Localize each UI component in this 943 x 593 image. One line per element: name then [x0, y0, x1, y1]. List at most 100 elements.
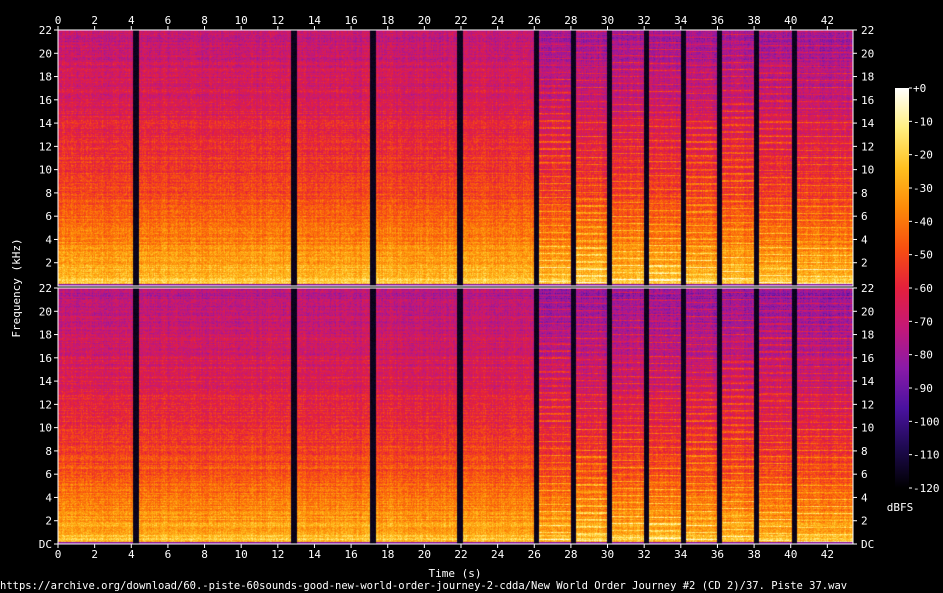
x-tick-label-bottom: 12: [271, 548, 284, 561]
colorbar-tick-label: -20: [913, 149, 933, 162]
y-tick-label-left: 16: [39, 94, 52, 107]
x-tick-label-bottom: 2: [91, 548, 98, 561]
x-tick-label-top: 0: [55, 14, 62, 27]
colorbar-tick-label: -70: [913, 315, 933, 328]
x-tick-label-top: 42: [821, 14, 834, 27]
y-tick-label-left: 2: [45, 257, 52, 270]
colorbar-tick-label: -80: [913, 349, 933, 362]
x-tick-label-bottom: 10: [235, 548, 248, 561]
y-tick-label-left: 8: [45, 445, 52, 458]
x-tick-label-top: 12: [271, 14, 284, 27]
x-tick-label-bottom: 22: [454, 548, 467, 561]
y-tick-label-right: 22: [861, 24, 874, 37]
y-tick-label-right: 16: [861, 352, 874, 365]
colorbar-tick-labels: +0 -10 -20 -30 -40 -50 -60 -70 -80 -90 -100 -110 -12…: [909, 82, 940, 495]
x-tick-label-top: 26: [528, 14, 541, 27]
colorbar-tick-label: -50: [913, 249, 933, 262]
y-tick-label-right: 6: [861, 210, 868, 223]
x-tick-label-bottom: 30: [601, 548, 614, 561]
y-tick-label-right: 12: [861, 398, 874, 411]
x-tick-label-top: 22: [454, 14, 467, 27]
y-tick-label-left: 4: [45, 233, 52, 246]
x-tick-label-top: 30: [601, 14, 614, 27]
x-tick-label-bottom: 38: [747, 548, 760, 561]
y-tick-label-left: 4: [45, 491, 52, 504]
y-tick-label-right: 14: [861, 117, 875, 130]
colorbar-tick-label: -40: [913, 215, 933, 228]
x-tick-label-top: 4: [128, 14, 135, 27]
colorbar-tick-label: -90: [913, 382, 933, 395]
x-tick-label-top: 28: [564, 14, 577, 27]
x-axis-label: Time (s): [429, 567, 482, 580]
x-tick-label-top: 38: [747, 14, 760, 27]
y-tick-label-right: 22: [861, 282, 874, 295]
colorbar-tick-label: -10: [913, 115, 933, 128]
colorbar-tick-label: -60: [913, 282, 933, 295]
spectrogram-chart: 0022446688101012121414161618182020222224…: [0, 14, 940, 592]
x-tick-label-top: 24: [491, 14, 505, 27]
y-tick-label-left: 18: [39, 329, 52, 342]
y-tick-label-left: DC: [39, 538, 52, 551]
y-tick-label-right: 2: [861, 257, 868, 270]
y-tick-label-left: 22: [39, 282, 52, 295]
colorbar-tick-label: -120: [913, 482, 940, 495]
y-tick-label-right: 20: [861, 305, 874, 318]
x-tick-label-top: 14: [308, 14, 322, 27]
x-tick-label-bottom: 36: [711, 548, 724, 561]
source-url: https://archive.org/download/60.-piste-6…: [0, 580, 847, 592]
y-tick-label-right: 10: [861, 164, 874, 177]
x-tick-label-top: 16: [344, 14, 357, 27]
x-tick-label-bottom: 6: [165, 548, 172, 561]
y-tick-label-left: 12: [39, 140, 52, 153]
y-tick-label-right: 16: [861, 94, 874, 107]
y-tick-label-left: 8: [45, 187, 52, 200]
colorbar-gradient: [895, 88, 909, 488]
y-tick-label-left: 22: [39, 24, 52, 37]
channel-2-plot: [57, 287, 854, 545]
y-tick-label-left: 2: [45, 515, 52, 528]
y-tick-label-left: 20: [39, 47, 52, 60]
colorbar-tick-label: -110: [913, 449, 940, 462]
x-tick-label-bottom: 18: [381, 548, 394, 561]
y-tick-label-left: 12: [39, 398, 52, 411]
colorbar-tick-label: +0: [913, 82, 926, 95]
y-tick-label-right: 18: [861, 71, 874, 84]
y-tick-label-left: 16: [39, 352, 52, 365]
x-tick-label-bottom: 4: [128, 548, 135, 561]
colorbar-tick-label: -100: [913, 415, 940, 428]
y-tick-label-left: 14: [39, 375, 53, 388]
colorbar: +0 -10 -20 -30 -40 -50 -60 -70 -80 -90 -100 -110 -12…: [887, 82, 940, 514]
x-tick-label-top: 2: [91, 14, 98, 27]
colorbar-label: dBFS: [887, 501, 914, 514]
x-tick-label-top: 10: [235, 14, 248, 27]
spectrogram-image-channel-2: [58, 288, 853, 544]
spectrogram-image-channel-1: [58, 30, 853, 286]
y-tick-label-left: 10: [39, 164, 52, 177]
y-tick-label-right: 12: [861, 140, 874, 153]
y-axis-label: Frequency (kHz): [10, 238, 23, 337]
y-tick-label-right: 6: [861, 468, 868, 481]
y-tick-label-right: 8: [861, 445, 868, 458]
colorbar-tick-label: -30: [913, 182, 933, 195]
x-tick-label-bottom: 40: [784, 548, 797, 561]
x-tick-label-top: 34: [674, 14, 688, 27]
x-tick-label-bottom: 20: [418, 548, 431, 561]
y-tick-label-left: 10: [39, 422, 52, 435]
x-tick-label-bottom: 0: [55, 548, 62, 561]
x-tick-label-top: 40: [784, 14, 797, 27]
y-tick-label-right: 14: [861, 375, 875, 388]
x-tick-label-top: 20: [418, 14, 431, 27]
x-tick-label-top: 18: [381, 14, 394, 27]
x-tick-label-bottom: 16: [344, 548, 357, 561]
y-tick-label-left: 14: [39, 117, 53, 130]
x-tick-label-bottom: 26: [528, 548, 541, 561]
y-tick-label-right: 2: [861, 515, 868, 528]
y-tick-label-right: 20: [861, 47, 874, 60]
y-tick-label-right: 8: [861, 187, 868, 200]
y-tick-label-right: 4: [861, 491, 868, 504]
x-tick-label-bottom: 42: [821, 548, 834, 561]
channel-1-plot: [57, 29, 854, 287]
x-tick-label-top: 36: [711, 14, 724, 27]
y-tick-label-left: 18: [39, 71, 52, 84]
x-tick-label-bottom: 14: [308, 548, 322, 561]
